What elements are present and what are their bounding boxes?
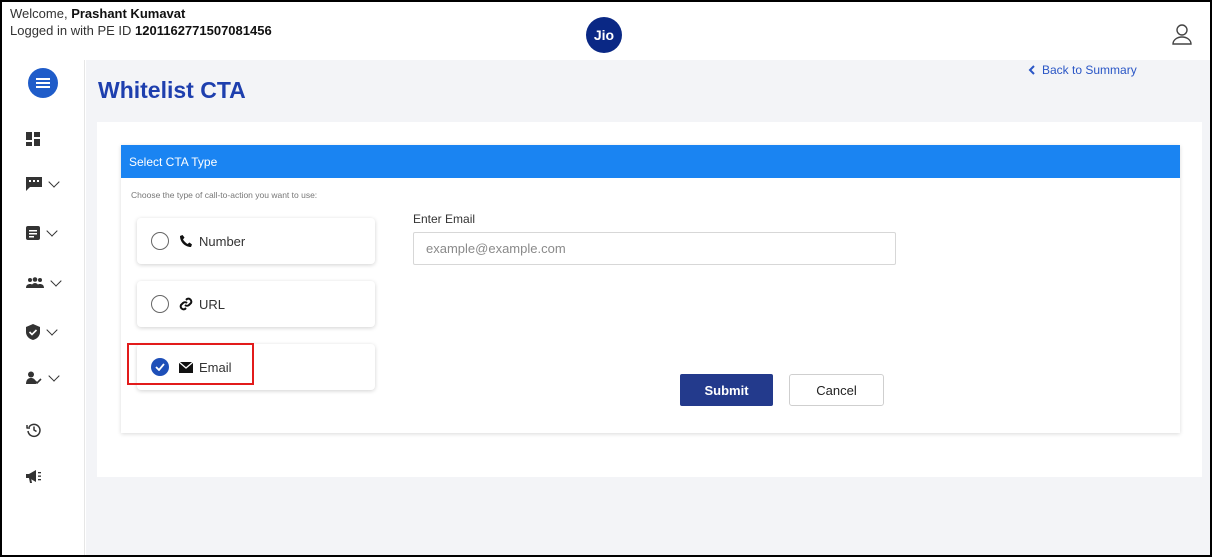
page-title: Whitelist CTA <box>98 77 246 103</box>
envelope-icon <box>179 361 193 373</box>
email-label: Enter Email <box>413 212 476 226</box>
chevron-down-icon <box>46 225 58 237</box>
check-icon <box>155 363 165 371</box>
dashboard-icon <box>26 132 40 146</box>
message-icon <box>26 177 42 191</box>
shield-check-icon <box>26 324 40 340</box>
sidebar-item-campaigns[interactable] <box>26 470 42 484</box>
sidebar-item-documents[interactable] <box>26 225 58 240</box>
chevron-left-icon <box>1028 65 1035 75</box>
sidebar-item-users[interactable] <box>26 275 62 289</box>
document-icon <box>26 226 40 240</box>
login-prefix: Logged in with PE ID <box>10 23 132 38</box>
users-icon <box>26 277 44 288</box>
cta-option-number[interactable]: Number <box>137 218 375 264</box>
sidebar-item-dashboard[interactable] <box>26 132 40 146</box>
email-input[interactable] <box>413 232 896 265</box>
history-icon <box>26 423 41 438</box>
welcome-prefix: Welcome, <box>10 6 68 21</box>
chevron-down-icon <box>46 324 58 336</box>
radio-number[interactable] <box>151 232 169 250</box>
phone-icon <box>180 235 192 247</box>
submit-button[interactable]: Submit <box>680 374 773 406</box>
logo-text: Jio <box>593 27 615 43</box>
user-profile-icon[interactable] <box>1170 22 1194 46</box>
user-check-icon <box>26 371 42 385</box>
cta-option-email[interactable]: Email <box>137 344 375 390</box>
user-name: Prashant Kumavat <box>71 6 186 21</box>
section-header: Select CTA Type <box>121 145 1180 178</box>
jio-logo: Jio <box>586 17 622 53</box>
back-to-summary-link[interactable]: Back to Summary <box>1028 63 1137 77</box>
hamburger-menu-button[interactable] <box>28 68 58 98</box>
cta-form-card: Select CTA Type Choose the type of call-… <box>121 145 1180 433</box>
pe-id: 1201162771507081456 <box>135 23 272 38</box>
back-link-label: Back to Summary <box>1042 63 1137 77</box>
welcome-block: Welcome, Prashant Kumavat Logged in with… <box>10 5 272 39</box>
option-label-url: URL <box>199 296 226 312</box>
sidebar-item-user-approval[interactable] <box>26 370 60 385</box>
sidebar-item-history[interactable] <box>26 422 42 438</box>
cta-option-url[interactable]: URL <box>137 281 375 327</box>
cta-type-hint: Choose the type of call-to-action you wa… <box>131 190 318 200</box>
chevron-down-icon <box>48 370 60 382</box>
cancel-button[interactable]: Cancel <box>789 374 884 406</box>
top-header: Welcome, Prashant Kumavat Logged in with… <box>0 0 1212 60</box>
megaphone-icon <box>26 470 41 483</box>
section-title: Select CTA Type <box>129 154 218 169</box>
option-label-email: Email <box>199 359 232 375</box>
chevron-down-icon <box>50 275 62 287</box>
option-label-number: Number <box>199 233 246 249</box>
sidebar <box>0 60 85 557</box>
sidebar-item-messages[interactable] <box>26 176 60 191</box>
radio-url[interactable] <box>151 295 169 313</box>
chevron-down-icon <box>48 176 60 188</box>
radio-email[interactable] <box>151 358 169 376</box>
sidebar-item-compliance[interactable] <box>26 324 58 340</box>
link-icon <box>179 297 193 311</box>
menu-icon <box>36 78 50 88</box>
